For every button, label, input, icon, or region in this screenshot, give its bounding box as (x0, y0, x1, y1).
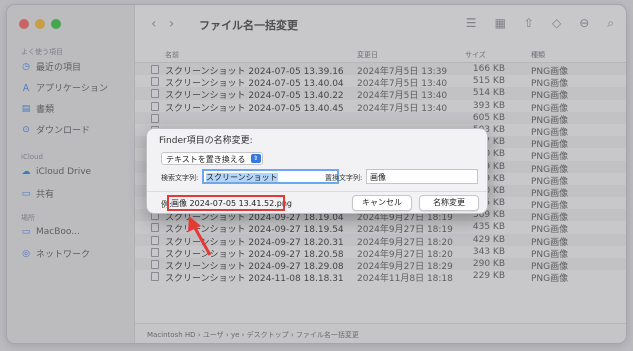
annotation-arrow (188, 216, 212, 256)
arrow-shaft (193, 227, 212, 256)
